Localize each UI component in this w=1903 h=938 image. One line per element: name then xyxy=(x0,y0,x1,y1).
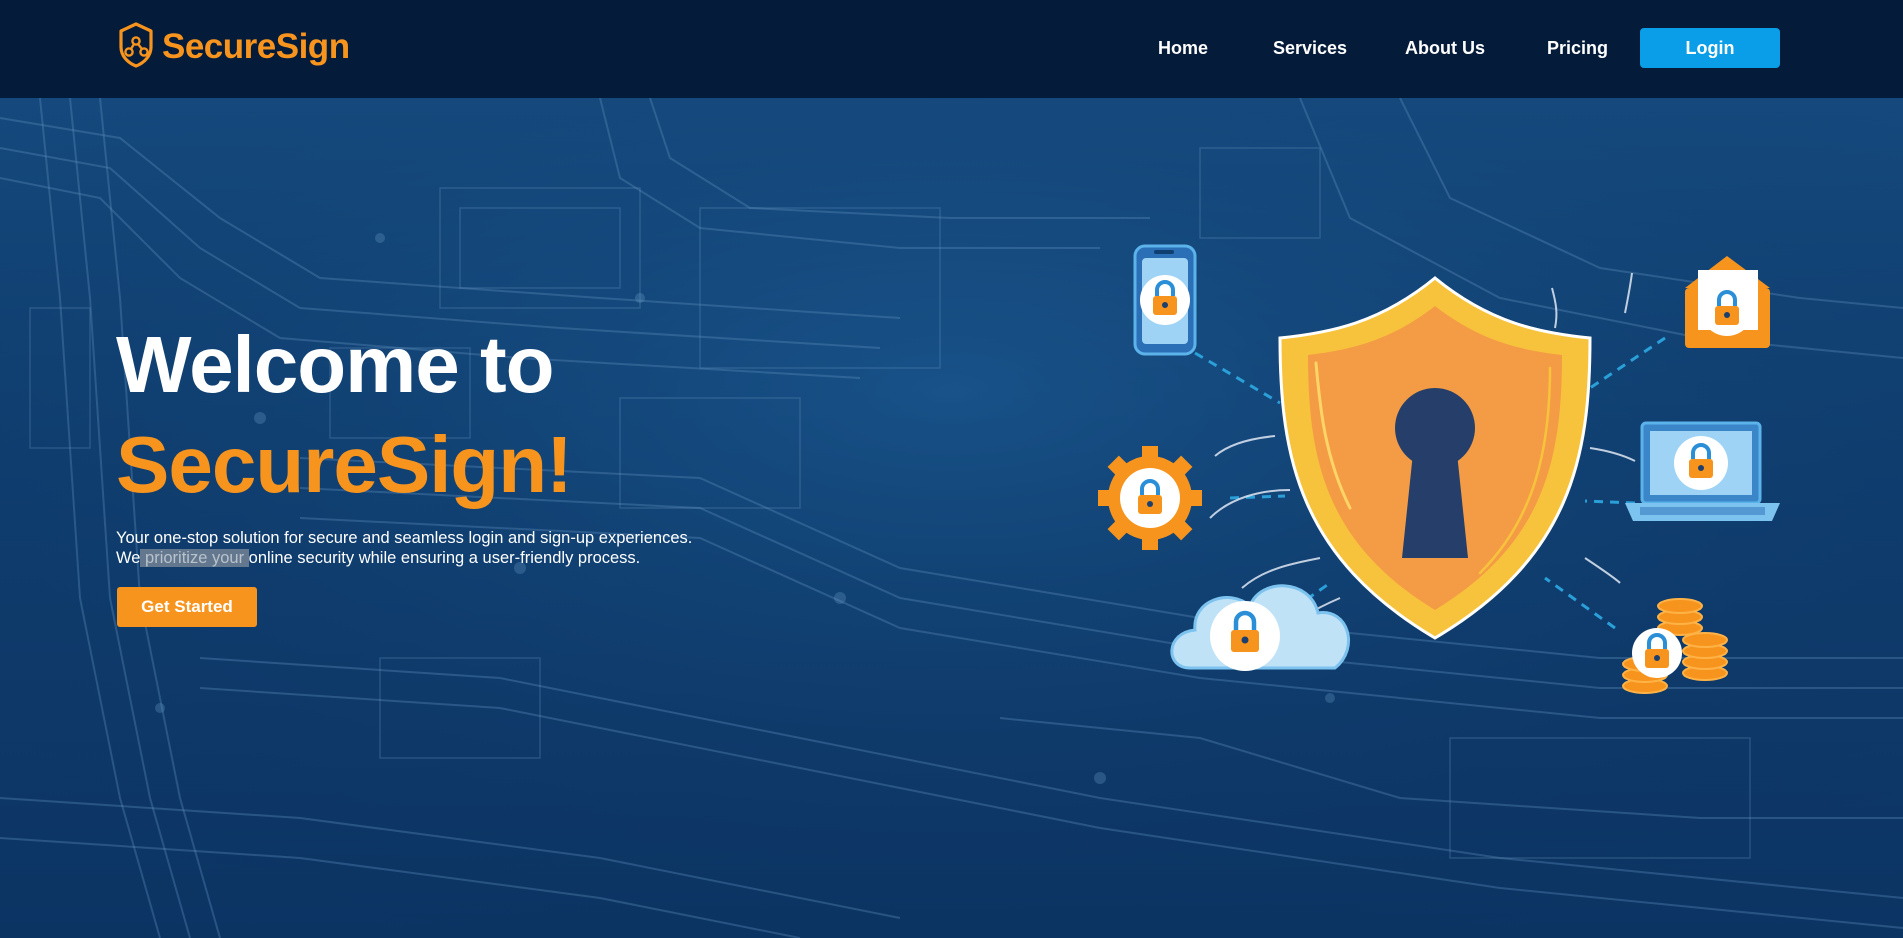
selected-text-highlight: prioritize your xyxy=(140,549,249,567)
get-started-button[interactable]: Get Started xyxy=(117,587,257,627)
hero-subtitle-line1: Your one-stop solution for secure and se… xyxy=(116,529,693,547)
subtitle-text: online security while ensuring a user-fr… xyxy=(248,549,641,567)
hero-subtitle-line2: We prioritize your online security while… xyxy=(116,548,640,568)
nav-home[interactable]: Home xyxy=(1158,38,1208,59)
coins-lock-icon xyxy=(1622,598,1728,694)
brand-logo[interactable]: SecureSign xyxy=(116,21,350,74)
cloud-lock-icon xyxy=(1170,584,1351,671)
page: SecureSign Home Services About Us Pricin… xyxy=(0,0,1903,938)
top-navbar: SecureSign Home Services About Us Pricin… xyxy=(0,0,1903,98)
shield-keyhole-icon xyxy=(1278,276,1592,640)
brand-name: SecureSign xyxy=(162,27,350,66)
phone-lock-icon xyxy=(1133,244,1197,356)
envelope-lock-icon xyxy=(1685,256,1770,348)
gear-lock-icon xyxy=(1098,446,1202,550)
security-illustration xyxy=(1098,244,1780,694)
login-button[interactable]: Login xyxy=(1640,28,1780,68)
nav-about-us[interactable]: About Us xyxy=(1405,38,1485,59)
hero-title-line2: SecureSign! xyxy=(116,420,573,509)
nav-services[interactable]: Services xyxy=(1273,38,1347,59)
laptop-lock-icon xyxy=(1625,421,1780,521)
nav-pricing[interactable]: Pricing xyxy=(1547,38,1608,59)
shield-network-icon xyxy=(116,21,156,74)
hero-section: Welcome to SecureSign! Your one-stop sol… xyxy=(0,98,1903,938)
subtitle-text: We xyxy=(116,549,141,567)
hero-title-line1: Welcome to xyxy=(116,320,554,409)
